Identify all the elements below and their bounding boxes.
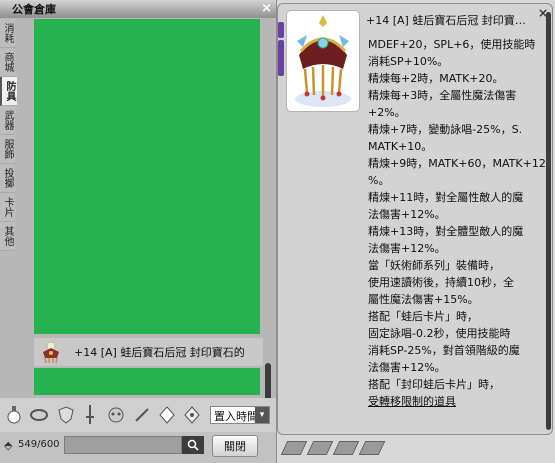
description-line: 精煉+9時，MATK+60，MATK+12: [368, 157, 546, 170]
search-icon[interactable]: [182, 436, 204, 454]
description-line: 消耗SP+10%。: [368, 55, 449, 68]
description-line: 屬性魔法傷害+15%。: [368, 293, 479, 306]
storage-count-icon: ⬘: [4, 439, 13, 452]
tab-weapon[interactable]: 武器: [0, 106, 15, 135]
tooltip-accent: [278, 40, 284, 76]
category-tabs: 消耗 商城 防具 武器 服飾 投擲 卡片 其他: [0, 19, 17, 251]
tab-throwing[interactable]: 投擲: [0, 164, 15, 193]
storage-scrollbar[interactable]: [263, 19, 273, 407]
item-detail-window: × +14 [A] 蛙后寶石后冠 封印寶石的 MDEF+20，SPL+6，使用技…: [277, 3, 553, 435]
description-line: 精煉每+2時，MATK+20。: [368, 72, 504, 85]
tab-other[interactable]: 其他: [0, 222, 15, 251]
ring-icon[interactable]: [27, 403, 51, 427]
card-slot-tray: [280, 441, 400, 461]
tooltip-accent: [278, 22, 284, 38]
description-line: +2%。: [368, 106, 406, 119]
selected-item-name: +14 [A] 蛙后寶石后冠 封印寶石的: [74, 346, 245, 359]
close-button[interactable]: 關閉: [212, 435, 258, 457]
shield-icon[interactable]: [54, 403, 78, 427]
crown-icon: [43, 341, 59, 364]
storage-capacity: 549/600: [18, 439, 60, 450]
description-line: 固定詠唱-0.2秒，使用技能時: [368, 327, 511, 340]
tab-armor[interactable]: 防具: [0, 77, 17, 106]
tooltip-item-name: +14 [A] 蛙后寶石后冠 封印寶石的: [366, 14, 536, 27]
crown-icon: [295, 15, 351, 107]
tab-consumable[interactable]: 消耗: [0, 19, 15, 48]
tooltip-description: MDEF+20，SPL+6，使用技能時 消耗SP+10%。 精煉每+2時，MAT…: [368, 36, 546, 410]
costume-icon[interactable]: [104, 403, 128, 427]
selected-item-row[interactable]: +14 [A] 蛙后寶石后冠 封印寶石的: [34, 338, 264, 366]
item-list-area[interactable]: [34, 19, 260, 334]
description-line: MDEF+20，SPL+6，使用技能時: [368, 38, 536, 51]
tooltip-scrollbar[interactable]: [546, 12, 552, 432]
description-line: 法傷害+12%。: [368, 361, 446, 374]
description-line: 精煉+11時，對全屬性敵人的魔: [368, 191, 524, 204]
card-slot-icon[interactable]: [332, 441, 360, 455]
item-row-highlight[interactable]: [34, 368, 260, 395]
description-line: 法傷害+12%。: [368, 242, 446, 255]
chevron-down-icon[interactable]: ▾: [255, 407, 269, 423]
card-slot-icon[interactable]: [280, 441, 308, 455]
card-slot-icon[interactable]: [358, 441, 386, 455]
transfer-restriction-link[interactable]: 受轉移限制的道具: [368, 393, 538, 410]
description-line: 精煉+7時，變動詠唱-25%，S.: [368, 123, 523, 136]
potion-icon[interactable]: [2, 403, 26, 427]
description-line: 使用速讀術後，持續10秒，全: [368, 276, 514, 289]
sort-label: 置入時間: [214, 410, 258, 423]
wand-icon[interactable]: [130, 403, 154, 427]
description-line: 法傷害+12%。: [368, 208, 446, 221]
storage-close-icon[interactable]: ×: [261, 0, 272, 17]
card-icon[interactable]: [155, 403, 179, 427]
description-line: 搭配「蛙后卡片」時，: [368, 310, 478, 323]
sort-dropdown[interactable]: 置入時間 ▾: [210, 406, 270, 424]
storage-title: 公會倉庫: [12, 3, 56, 16]
description-line: 精煉每+3時，全屬性魔法傷害: [368, 89, 517, 102]
misc-icon[interactable]: [180, 403, 204, 427]
description-line: MATK+10。: [368, 140, 433, 153]
storage-footer: ⬘ 549/600 關閉: [0, 432, 276, 463]
search-input[interactable]: [64, 436, 182, 454]
tooltip-scroll-thumb[interactable]: [546, 12, 551, 430]
storage-title-bar[interactable]: 公會倉庫 ×: [0, 0, 276, 18]
card-slot-icon[interactable]: [306, 441, 334, 455]
description-line: 精煉+13時，對全體型敵人的魔: [368, 225, 524, 238]
tab-card[interactable]: 卡片: [0, 193, 15, 222]
sword-icon[interactable]: [78, 403, 102, 427]
description-line: 搭配「封印蛙后卡片」時，: [368, 378, 500, 391]
guild-storage-window: 公會倉庫 × 消耗 商城 防具 武器 服飾 投擲 卡片 其他 +14 [A] 蛙…: [0, 0, 277, 463]
tab-costume[interactable]: 服飾: [0, 135, 15, 164]
description-line: 當「妖術師系列」裝備時，: [368, 259, 500, 272]
filter-bar: 置入時間 ▾: [0, 398, 276, 432]
tab-cash-shop[interactable]: 商城: [0, 48, 15, 77]
item-illustration: [286, 10, 360, 112]
description-line: 消耗SP-25%，對首領階級的魔: [368, 344, 520, 357]
description-line: %。: [368, 174, 390, 187]
